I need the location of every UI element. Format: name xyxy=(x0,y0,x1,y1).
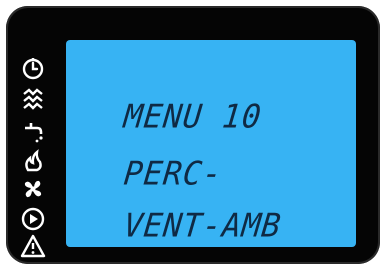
flame-icon xyxy=(20,148,46,174)
display-line-3: VENT-AMB xyxy=(122,207,284,245)
warning-icon xyxy=(20,233,46,259)
heating-icon xyxy=(20,86,46,112)
display-device: MENU 10 PERC- VENT-AMB xyxy=(6,6,380,264)
play-icon xyxy=(20,206,46,232)
fan-icon xyxy=(20,176,46,202)
display-line-2: PERC- xyxy=(122,155,225,193)
status-icon-column xyxy=(12,56,52,259)
clock-icon xyxy=(20,56,46,82)
display-line-1: MENU 10 xyxy=(122,98,264,136)
lcd-screen: MENU 10 PERC- VENT-AMB xyxy=(66,40,356,247)
sanitary-water-icon xyxy=(20,118,46,144)
